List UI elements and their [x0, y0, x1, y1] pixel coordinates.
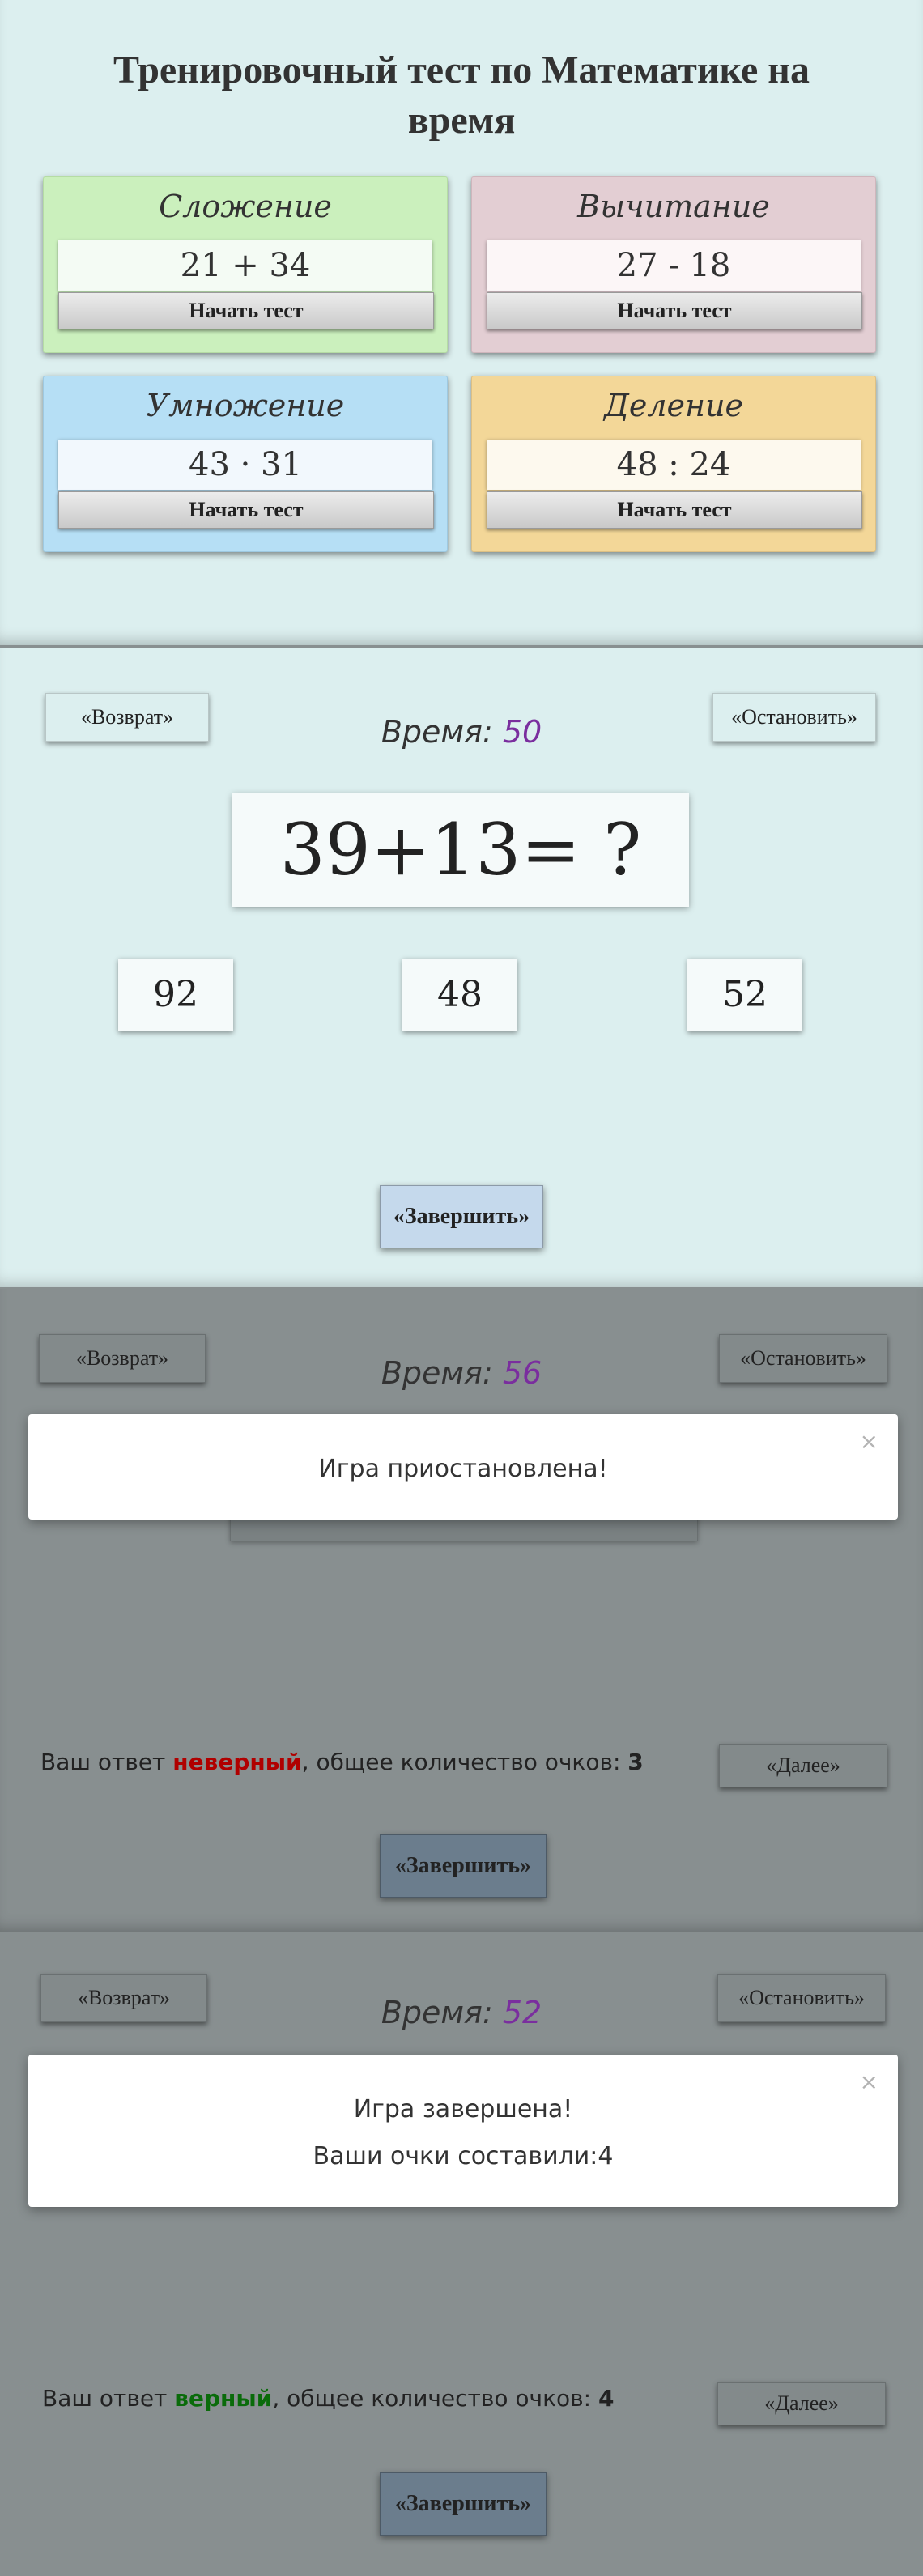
timer-label: Время:	[381, 1995, 493, 2030]
card-example-addition: 21 + 34	[58, 240, 432, 291]
feedback-suffix: , общее количество очков:	[272, 2385, 598, 2412]
card-example-subtraction: 27 - 18	[487, 240, 861, 291]
finish-button[interactable]: «Завершить»	[380, 1834, 547, 1898]
modal-score: Ваши очки составили:4	[313, 2142, 614, 2170]
next-button[interactable]: «Далее»	[717, 2382, 886, 2425]
timer-value: 56	[502, 1355, 542, 1391]
start-test-addition-button[interactable]: Начать тест	[58, 292, 434, 329]
card-division: Деление 48 : 24 Начать тест	[471, 376, 876, 552]
answer-feedback: Ваш ответ неверный, общее количество очк…	[40, 1749, 644, 1775]
paused-screen: «Возврат» «Остановить» Время: 56 × Игра …	[0, 1289, 923, 1932]
card-title-multiplication: Умножение	[146, 388, 345, 423]
feedback-result: неверный	[172, 1749, 302, 1775]
card-subtraction: Вычитание 27 - 18 Начать тест	[471, 176, 876, 353]
feedback-score: 4	[598, 2385, 615, 2412]
page-title: Тренировочный тест по Математике на врем…	[113, 49, 810, 142]
finish-button[interactable]: «Завершить»	[380, 1185, 543, 1248]
menu-screen: Тренировочный тест по Математике на врем…	[0, 0, 923, 645]
card-example-multiplication: 43 · 31	[58, 440, 432, 490]
card-multiplication: Умножение 43 · 31 Начать тест	[43, 376, 448, 552]
next-button[interactable]: «Далее»	[719, 1744, 887, 1787]
answer-option-3[interactable]: 52	[687, 959, 802, 1031]
timer: Время: 56	[0, 1355, 923, 1391]
timer: Время: 50	[0, 714, 923, 750]
answer-feedback: Ваш ответ верный, общее количество очков…	[42, 2385, 614, 2412]
game-screen: «Возврат» «Остановить» Время: 50 39+13= …	[0, 648, 923, 1287]
start-test-multiplication-button[interactable]: Начать тест	[58, 491, 434, 529]
question-display: 39+13= ?	[232, 793, 689, 907]
timer: Время: 52	[0, 1995, 923, 2030]
modal-message: Игра приостановлена!	[318, 1455, 608, 1483]
card-addition: Сложение 21 + 34 Начать тест	[43, 176, 448, 353]
card-example-division: 48 : 24	[487, 440, 861, 490]
answer-option-2[interactable]: 48	[402, 959, 517, 1031]
card-title-division: Деление	[603, 388, 744, 423]
game-over-modal: × Игра завершена! Ваши очки составили:4	[28, 2055, 898, 2207]
close-icon[interactable]: ×	[860, 2071, 878, 2094]
timer-label: Время:	[381, 1355, 493, 1391]
card-title-subtraction: Вычитание	[577, 189, 770, 224]
modal-title: Игра завершена!	[353, 2095, 573, 2123]
feedback-suffix: , общее количество очков:	[301, 1749, 628, 1775]
feedback-prefix: Ваш ответ	[40, 1749, 173, 1775]
feedback-prefix: Ваш ответ	[42, 2385, 175, 2412]
answer-option-1[interactable]: 92	[118, 959, 233, 1031]
card-title-addition: Сложение	[159, 189, 332, 224]
close-icon[interactable]: ×	[860, 1430, 878, 1453]
timer-value: 50	[502, 714, 542, 750]
start-test-division-button[interactable]: Начать тест	[487, 491, 862, 529]
feedback-result: верный	[174, 2385, 273, 2412]
start-test-subtraction-button[interactable]: Начать тест	[487, 292, 862, 329]
timer-value: 52	[502, 1995, 542, 2030]
timer-label: Время:	[381, 714, 493, 750]
finished-screen: «Возврат» «Остановить» Время: 52 × Игра …	[0, 1935, 923, 2576]
finish-button[interactable]: «Завершить»	[380, 2472, 547, 2536]
pause-modal: × Игра приостановлена!	[28, 1414, 898, 1520]
feedback-score: 3	[627, 1749, 644, 1775]
